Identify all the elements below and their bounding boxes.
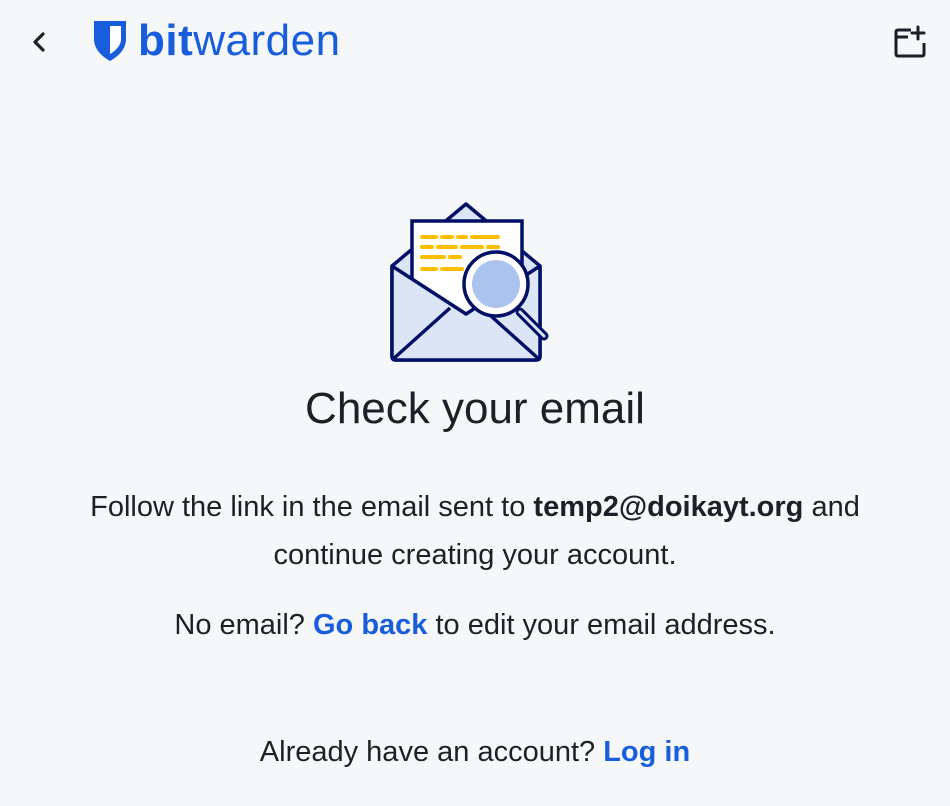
already-have-account: Already have an account? Log in [0,730,950,774]
logo-text-bold: bit [138,16,194,65]
log-in-link[interactable]: Log in [603,736,690,768]
header: bitwarden [0,0,950,84]
logo-text: bitwarden [138,19,341,63]
instructions-prefix: Follow the link in the email sent to [90,491,526,523]
instructions-text: Follow the link in the email sent to tem… [0,483,950,579]
popout-button[interactable] [890,22,930,62]
no-email-text: No email? Go back to edit your email add… [0,603,950,647]
already-text: Already have an account? [259,736,596,768]
logo-text-regular: warden [193,16,341,65]
page-title: Check your email [305,384,645,433]
email-address: temp2@doikayt.org [533,491,804,523]
popout-window-icon [894,25,926,58]
chevron-left-icon [33,32,45,52]
no-email-suffix: to edit your email address. [435,609,776,641]
check-email-page: bitwarden Check your email Follow the li… [0,0,950,806]
bitwarden-logo: bitwarden [92,16,341,66]
shield-icon [94,21,126,61]
envelope-magnifier-icon [390,202,549,362]
no-email-prefix: No email? [174,609,305,641]
instructions-line2: continue creating your account. [273,539,677,571]
go-back-link[interactable]: Go back [313,609,427,641]
back-button[interactable] [22,24,56,60]
instructions-suffix: and [811,491,860,523]
